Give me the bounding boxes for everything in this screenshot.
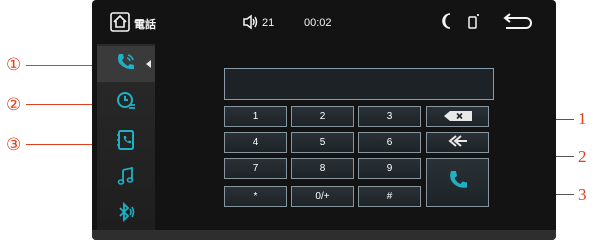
music-note-icon — [115, 165, 137, 192]
bottom-bar — [92, 230, 556, 240]
moon-icon[interactable] — [439, 12, 455, 30]
sidebar — [97, 44, 155, 230]
key-star[interactable]: * — [224, 186, 287, 207]
key-5[interactable]: 5 — [291, 132, 354, 153]
sidebar-item-call-log[interactable] — [97, 85, 155, 121]
annotation-right-2: 2 — [578, 147, 587, 166]
key-2[interactable]: 2 — [291, 106, 354, 127]
page-title: 電話 — [134, 19, 156, 31]
status-bar: 電話 21 00:02 — [92, 0, 556, 44]
annotation-left-2: ② — [6, 95, 22, 114]
call-icon — [446, 168, 470, 197]
annotation-right-3: 3 — [578, 185, 587, 204]
number-display[interactable] — [224, 68, 494, 100]
back-arrow-icon[interactable] — [500, 13, 534, 31]
key-4[interactable]: 4 — [224, 132, 287, 153]
bluetooth-audio-icon — [115, 201, 137, 228]
annotation-right-1: 1 — [578, 109, 587, 128]
home-icon[interactable] — [110, 12, 130, 32]
transfer-icon — [447, 134, 468, 152]
phone-dial-icon — [115, 51, 137, 78]
sidebar-item-dialer[interactable] — [97, 46, 155, 82]
key-7[interactable]: 7 — [224, 158, 287, 179]
key-hash[interactable]: # — [358, 186, 421, 207]
volume-level: 21 — [262, 17, 275, 29]
annotation-left-3: ③ — [6, 135, 22, 154]
annotation-left-1: ① — [6, 55, 22, 74]
clock: 00:02 — [304, 17, 332, 29]
head-unit-screen: 電話 21 00:02 1 2 3 4 5 6 7 8 9 * 0/+ # — [92, 0, 556, 240]
phone-signal-icon — [467, 13, 481, 29]
transfer-button[interactable] — [426, 132, 489, 153]
key-3[interactable]: 3 — [358, 106, 421, 127]
call-button[interactable] — [426, 158, 489, 207]
contacts-book-icon — [115, 129, 137, 156]
sidebar-item-contacts[interactable] — [97, 124, 155, 160]
sidebar-item-bluetooth[interactable] — [97, 196, 155, 232]
active-indicator — [146, 60, 151, 68]
key-6[interactable]: 6 — [358, 132, 421, 153]
key-zero-plus[interactable]: 0/+ — [291, 186, 354, 207]
sidebar-item-music[interactable] — [97, 160, 155, 196]
volume-icon[interactable] — [242, 14, 260, 30]
backspace-button[interactable] — [426, 106, 489, 127]
backspace-icon — [443, 108, 473, 126]
key-1[interactable]: 1 — [224, 106, 287, 127]
key-8[interactable]: 8 — [291, 158, 354, 179]
call-history-icon — [115, 90, 137, 117]
key-9[interactable]: 9 — [358, 158, 421, 179]
